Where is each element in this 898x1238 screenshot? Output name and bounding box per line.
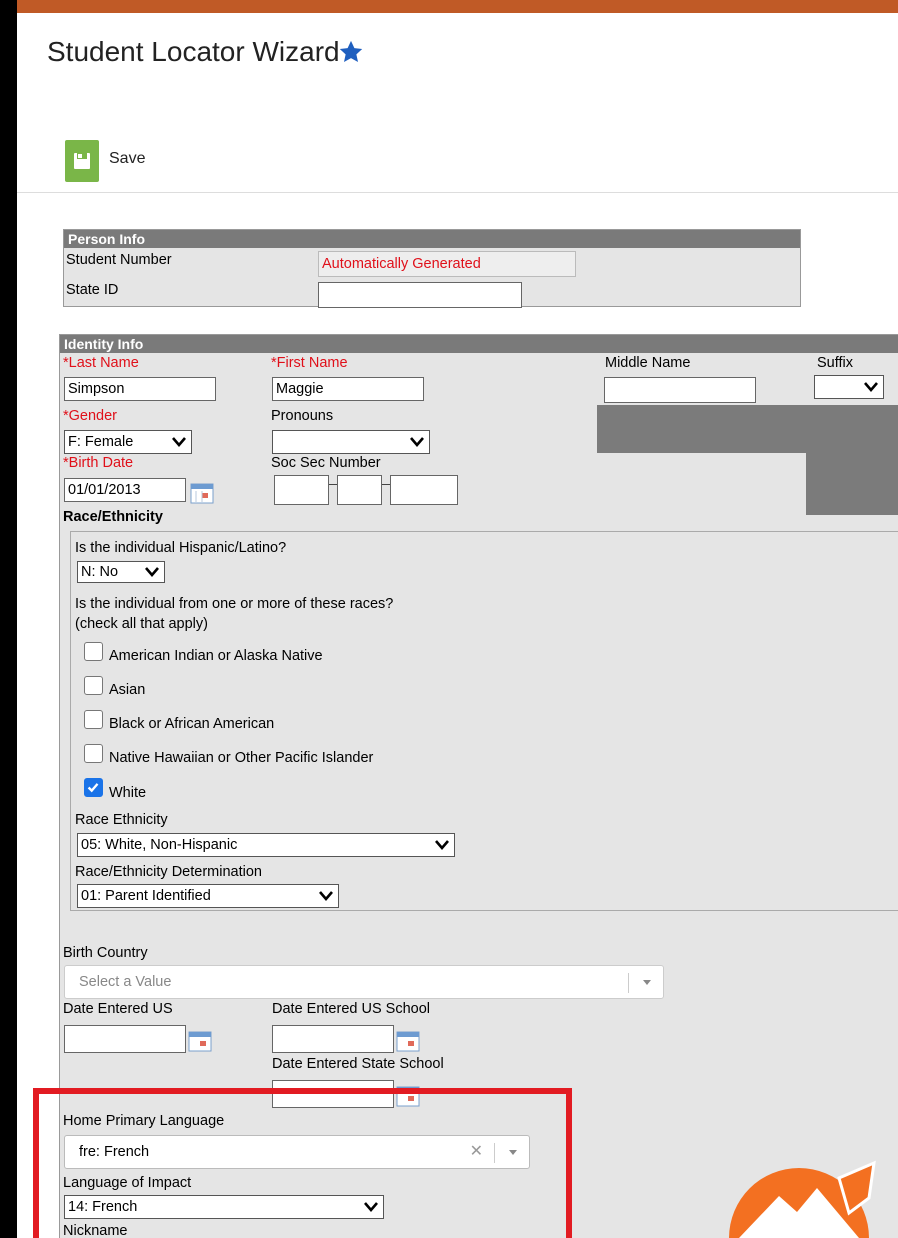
gender-value: F: Female	[68, 434, 134, 450]
language-impact-value: 14: French	[68, 1199, 138, 1215]
save-button[interactable]: Save	[65, 140, 205, 182]
language-impact-label: Language of Impact	[63, 1175, 192, 1191]
home-language-label: Home Primary Language	[63, 1113, 225, 1129]
birth-date-input[interactable]: 01/01/2013	[64, 478, 186, 502]
chevron-down-icon	[864, 382, 878, 392]
middle-name-input[interactable]	[604, 377, 756, 403]
calendar-icon[interactable]	[396, 1085, 420, 1107]
combobox-divider	[494, 1143, 495, 1163]
chevron-down-icon	[145, 567, 159, 577]
white-checkbox[interactable]	[84, 778, 103, 797]
caret-down-icon	[643, 980, 651, 985]
gender-select[interactable]: F: Female	[64, 430, 192, 454]
birth-country-combobox[interactable]: Select a Value	[64, 965, 664, 999]
language-impact-select[interactable]: 14: French	[64, 1195, 384, 1219]
ssn-part-2[interactable]	[337, 475, 382, 505]
save-label: Save	[109, 150, 146, 167]
combobox-divider	[628, 973, 629, 993]
native-hawaiian-label: Native Hawaiian or Other Pacific Islande…	[109, 750, 374, 766]
pronouns-label: Pronouns	[271, 408, 334, 424]
ssn-part-1[interactable]	[274, 475, 329, 505]
date-entered-us-school-input[interactable]	[272, 1025, 394, 1053]
pronouns-select[interactable]	[272, 430, 430, 454]
chevron-down-icon	[435, 840, 449, 850]
calendar-icon[interactable]	[190, 482, 214, 504]
suffix-label: Suffix	[817, 355, 854, 371]
home-language-value: fre: French	[79, 1144, 150, 1160]
chevron-down-icon	[172, 437, 186, 447]
chevron-down-icon	[319, 891, 333, 901]
top-accent-bar	[17, 0, 898, 13]
ssn-dash	[382, 484, 390, 485]
black-african-american-checkbox[interactable]	[84, 710, 103, 729]
races-hint: (check all that apply)	[75, 616, 208, 632]
american-indian-label: American Indian or Alaska Native	[109, 648, 323, 664]
middle-name-label: Middle Name	[605, 355, 691, 371]
home-language-combobox[interactable]: fre: French ✕	[64, 1135, 530, 1169]
panel-heading: Identity Info	[60, 335, 898, 353]
race-determination-value: 01: Parent Identified	[81, 888, 211, 904]
race-ethnicity-value: 05: White, Non-Hispanic	[81, 837, 238, 853]
race-ethnicity-select[interactable]: 05: White, Non-Hispanic	[77, 833, 455, 857]
race-determination-label: Race/Ethnicity Determination	[75, 864, 262, 880]
hispanic-value: N: No	[81, 564, 119, 580]
photo-placeholder-top	[597, 405, 898, 453]
calendar-icon[interactable]	[396, 1030, 420, 1052]
state-id-input[interactable]	[318, 282, 522, 308]
ssn-dash	[329, 484, 337, 485]
clear-icon[interactable]: ✕	[470, 1136, 483, 1168]
asian-label: Asian	[109, 682, 146, 698]
race-ethnicity-label: Race Ethnicity	[75, 812, 168, 828]
races-question: Is the individual from one or more of th…	[75, 596, 394, 612]
ssn-part-3[interactable]	[390, 475, 458, 505]
person-info-panel: Person Info Student Number Automatically…	[63, 229, 801, 308]
chevron-down-icon	[364, 1202, 378, 1212]
race-determination-select[interactable]: 01: Parent Identified	[77, 884, 339, 908]
asian-checkbox[interactable]	[84, 676, 103, 695]
suffix-select[interactable]	[814, 375, 884, 399]
state-id-label: State ID	[66, 282, 119, 298]
date-entered-us-school-label: Date Entered US School	[272, 1001, 430, 1017]
hispanic-question: Is the individual Hispanic/Latino?	[75, 540, 287, 556]
floppy-disk-icon	[65, 140, 99, 182]
date-entered-state-school-input[interactable]	[272, 1080, 394, 1108]
gender-label: *Gender	[63, 408, 118, 424]
last-name-input[interactable]: Simpson	[64, 377, 216, 401]
american-indian-checkbox[interactable]	[84, 642, 103, 661]
page-title: Student Locator Wizard	[47, 36, 340, 67]
student-number-label: Student Number	[66, 252, 172, 268]
birth-date-label: *Birth Date	[63, 455, 134, 471]
last-name-label: *Last Name	[63, 355, 139, 371]
date-entered-state-school-label: Date Entered State School	[272, 1056, 444, 1072]
native-hawaiian-checkbox[interactable]	[84, 744, 103, 763]
ssn-label: Soc Sec Number	[271, 455, 381, 471]
birth-country-placeholder: Select a Value	[79, 974, 172, 990]
panel-heading: Person Info	[64, 230, 800, 248]
identity-info-panel: Identity Info *Last Name Simpson *First …	[59, 334, 898, 1238]
star-icon[interactable]	[337, 38, 365, 66]
first-name-label: *First Name	[271, 355, 348, 371]
page: Student Locator Wizard Save Person Info …	[17, 0, 898, 1238]
toolbar-divider	[17, 192, 898, 193]
photo-placeholder-side	[806, 453, 898, 515]
student-number-field: Automatically Generated	[318, 251, 576, 277]
first-name-input[interactable]: Maggie	[272, 377, 424, 401]
black-african-american-label: Black or African American	[109, 716, 275, 732]
birth-country-label: Birth Country	[63, 945, 148, 961]
checkmark-icon	[87, 783, 99, 793]
white-label: White	[109, 785, 147, 801]
fox-logo-icon	[729, 1160, 876, 1238]
race-ethnicity-box: Is the individual Hispanic/Latino? N: No…	[70, 531, 898, 911]
hispanic-select[interactable]: N: No	[77, 561, 165, 583]
caret-down-icon	[509, 1150, 517, 1155]
date-entered-us-label: Date Entered US	[63, 1001, 173, 1017]
race-ethnicity-heading: Race/Ethnicity	[63, 509, 163, 525]
calendar-icon[interactable]	[188, 1030, 212, 1052]
date-entered-us-input[interactable]	[64, 1025, 186, 1053]
chevron-down-icon	[410, 437, 424, 447]
nickname-label: Nickname	[63, 1223, 128, 1238]
